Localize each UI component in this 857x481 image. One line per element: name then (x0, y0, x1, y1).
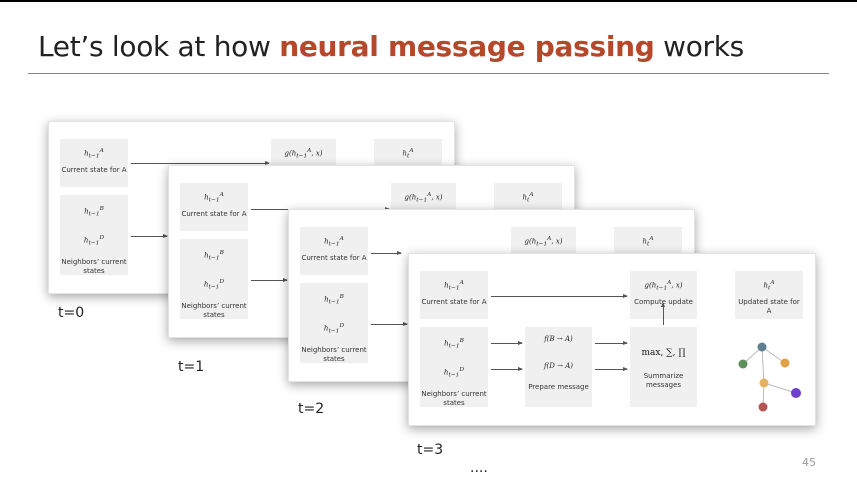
neighbors-box: ht−1B ht−1D Neighbors’ current states (420, 327, 488, 407)
title-highlight: neural message passing (279, 30, 655, 63)
slide-title: Let’s look at how neural message passing… (38, 30, 744, 63)
summarize-label: Summarize messages (643, 372, 684, 389)
summarize-box: max, ∑, ∏ Summarize messages (630, 327, 697, 407)
ellipsis: .... (470, 460, 488, 476)
graph-node (758, 402, 768, 412)
updated-box: htA (614, 227, 682, 253)
title-rule (28, 73, 829, 74)
arrow (131, 161, 270, 165)
graph-node (757, 342, 767, 352)
neighbors-box: ht−1B ht−1D Neighbors’ current states (180, 239, 248, 319)
title-prefix: Let’s look at how (38, 30, 280, 63)
title-suffix: works (654, 30, 744, 63)
updated-label: Updated state for A (738, 297, 800, 315)
update-fn-box: g(ht−1A, x) (511, 227, 576, 253)
current-state-box: ht−1A Current state for A (60, 139, 128, 187)
arrow (251, 278, 288, 282)
diagram-card-t3: ht−1A Current state for A ht−1B ht−1D Ne… (408, 253, 816, 426)
arrow (491, 294, 628, 298)
arrow (661, 302, 665, 325)
arrow (595, 367, 628, 371)
step-label-t2: t=2 (298, 401, 325, 417)
h-b-symbol: ht−1B (84, 206, 104, 218)
example-graph (738, 342, 801, 412)
current-state-box: ht−1A Current state for A (180, 183, 248, 231)
step-label-t3: t=3 (417, 442, 444, 458)
h-d-symbol: ht−1D (83, 234, 105, 247)
step-label-t0: t=0 (58, 305, 85, 321)
arrow (371, 251, 402, 255)
neighbors-label: Neighbors’ current states (181, 302, 247, 320)
prepare-box: f(B → A) f(D → A) Prepare message (525, 327, 592, 407)
arrow (491, 367, 523, 371)
aggregate-text: max, ∑, ∏ (641, 348, 686, 358)
graph-node (791, 388, 801, 398)
current-state-label: Current state for A (301, 253, 367, 262)
top-border (0, 0, 857, 2)
current-state-label: Current state for A (181, 209, 247, 218)
current-state-box: ht−1A Current state for A (420, 271, 488, 319)
current-state-label: Current state for A (61, 165, 127, 174)
arrow (595, 341, 628, 345)
neighbors-label: Neighbors’ current states (421, 390, 487, 408)
updated-box: htA (494, 183, 562, 209)
h-a-symbol: ht−1A (84, 148, 104, 160)
update-fn-box: g(ht−1A, x) (271, 139, 336, 165)
step-label-t1: t=1 (178, 359, 205, 375)
update-fn-box: g(ht−1A, x) (391, 183, 456, 209)
graph-node (759, 378, 769, 388)
current-state-box: ht−1A Current state for A (300, 227, 368, 275)
neighbors-label: Neighbors’ current states (301, 346, 367, 364)
graph-node (780, 358, 790, 368)
page-number: 45 (802, 456, 816, 469)
f-d-text: f(D → A) (543, 362, 574, 370)
neighbors-box: ht−1B ht−1D Neighbors’ current states (300, 283, 368, 363)
updated-box: htA (374, 139, 442, 165)
updated-box: htA Updated state for A (735, 271, 803, 319)
arrow (491, 341, 523, 345)
neighbors-box: ht−1B ht−1D Neighbors’ current states (60, 195, 128, 275)
neighbors-label: Neighbors’ current states (61, 258, 127, 276)
arrow (131, 234, 168, 238)
graph-node (738, 359, 748, 369)
arrow (371, 322, 408, 326)
current-state-label: Current state for A (421, 297, 487, 306)
prepare-label: Prepare message (528, 383, 589, 391)
f-b-text: f(B → A) (544, 335, 573, 343)
